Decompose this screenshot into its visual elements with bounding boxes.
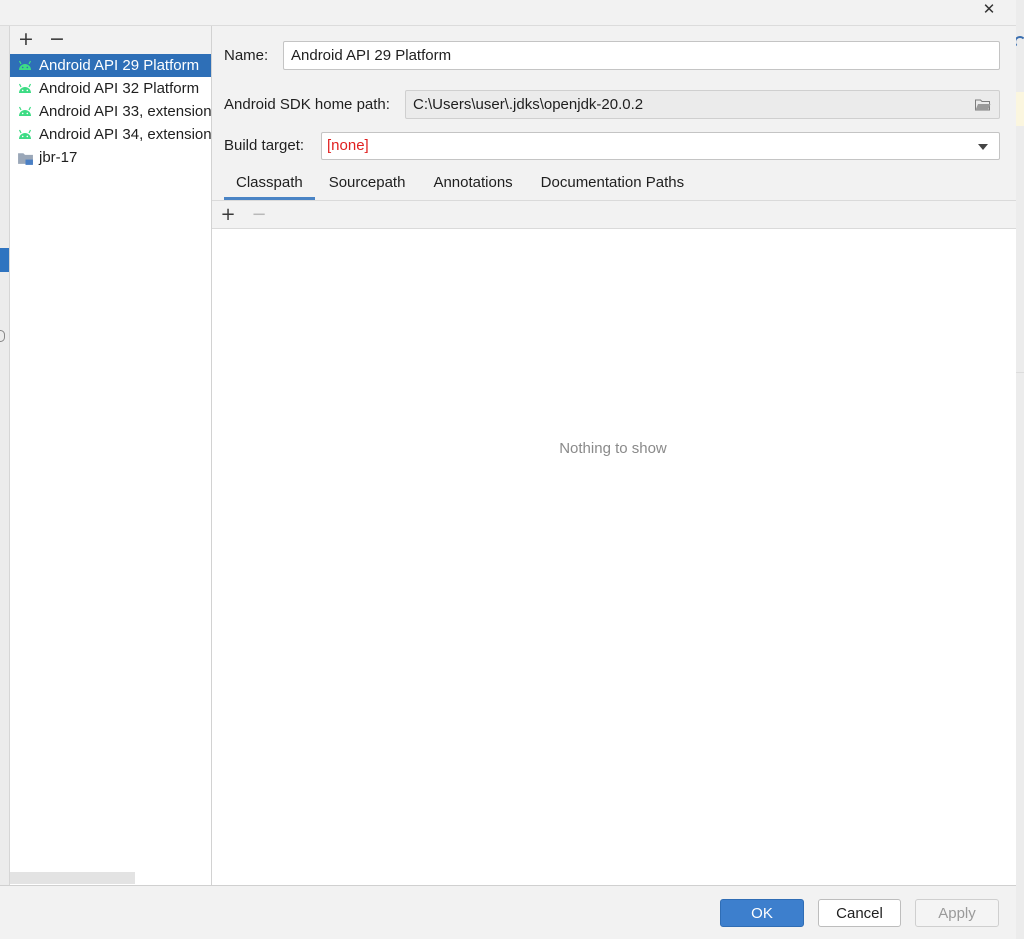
android-icon: [18, 106, 32, 116]
sdk-list: Android API 29 Platform Android API 32 P…: [10, 54, 211, 169]
sdk-item-label: jbr-17: [39, 149, 78, 166]
sdk-item-android-api-32[interactable]: Android API 32 Platform: [10, 77, 211, 100]
tab-documentation-paths[interactable]: Documentation Paths: [527, 172, 698, 200]
sdk-list-panel: + − Android API 29 Platform Android API …: [10, 26, 212, 885]
sdk-item-label: Android API 29 Platform: [39, 57, 200, 74]
tab-annotations[interactable]: Annotations: [419, 172, 526, 200]
tab-sourcepath[interactable]: Sourcepath: [315, 172, 420, 200]
android-icon: [18, 129, 32, 139]
sdk-details-panel: Name: Android API 29 Platform Android SD…: [212, 26, 1016, 885]
tab-classpath[interactable]: Classpath: [224, 172, 315, 200]
build-target-label: Build target:: [224, 137, 305, 154]
build-target-select[interactable]: [none]: [321, 132, 1000, 160]
dialog-titlebar: ✕: [0, 0, 1016, 26]
sdk-item-android-api-33[interactable]: Android API 33, extension level 3 Platfo…: [10, 100, 211, 123]
dialog-footer: OK Cancel Apply: [0, 885, 1016, 939]
apply-button[interactable]: Apply: [915, 899, 999, 927]
background-divider: [1016, 372, 1024, 373]
sdk-item-jbr-17[interactable]: jbr-17: [10, 146, 211, 169]
sdk-item-android-api-34[interactable]: Android API 34, extension level 7 Platfo…: [10, 123, 211, 146]
empty-state-text: Nothing to show: [559, 440, 667, 457]
background-selection-accent: [0, 248, 9, 272]
sdk-item-label: Android API 34, extension level 7 Platfo…: [39, 126, 211, 143]
sdk-item-label: Android API 33, extension level 3 Platfo…: [39, 103, 211, 120]
sdk-list-horizontal-scrollbar[interactable]: [10, 872, 135, 884]
android-icon: [18, 60, 32, 70]
sdk-tabs: Classpath Sourcepath Annotations Documen…: [224, 172, 698, 200]
sdk-item-android-api-29[interactable]: Android API 29 Platform: [10, 54, 211, 77]
cancel-button[interactable]: Cancel: [818, 899, 901, 927]
background-window-edge-right: [1016, 0, 1024, 939]
name-input[interactable]: Android API 29 Platform: [283, 41, 1000, 70]
sdk-item-label: Android API 32 Platform: [39, 80, 200, 97]
close-icon[interactable]: ✕: [978, 0, 1000, 18]
browse-folder-icon[interactable]: [975, 99, 991, 111]
sdk-list-toolbar: + −: [10, 26, 211, 54]
background-notification-strip: [1016, 92, 1024, 126]
remove-sdk-button[interactable]: −: [46, 28, 68, 50]
add-sdk-button[interactable]: +: [15, 28, 37, 50]
sdk-home-path-label: Android SDK home path:: [224, 96, 390, 113]
classpath-list: Nothing to show: [212, 229, 1016, 885]
classpath-toolbar: + −: [212, 201, 1016, 229]
jdk-folder-icon: [18, 153, 33, 165]
sdk-home-path-field[interactable]: C:\Users\user\.jdks\openjdk-20.0.2: [405, 90, 1000, 119]
chevron-down-icon[interactable]: [978, 144, 988, 150]
background-window-edge: [0, 0, 10, 939]
remove-classpath-button[interactable]: −: [249, 204, 269, 225]
android-icon: [18, 83, 32, 93]
ok-button[interactable]: OK: [720, 899, 804, 927]
add-classpath-button[interactable]: +: [218, 204, 238, 225]
name-label: Name:: [224, 47, 269, 64]
